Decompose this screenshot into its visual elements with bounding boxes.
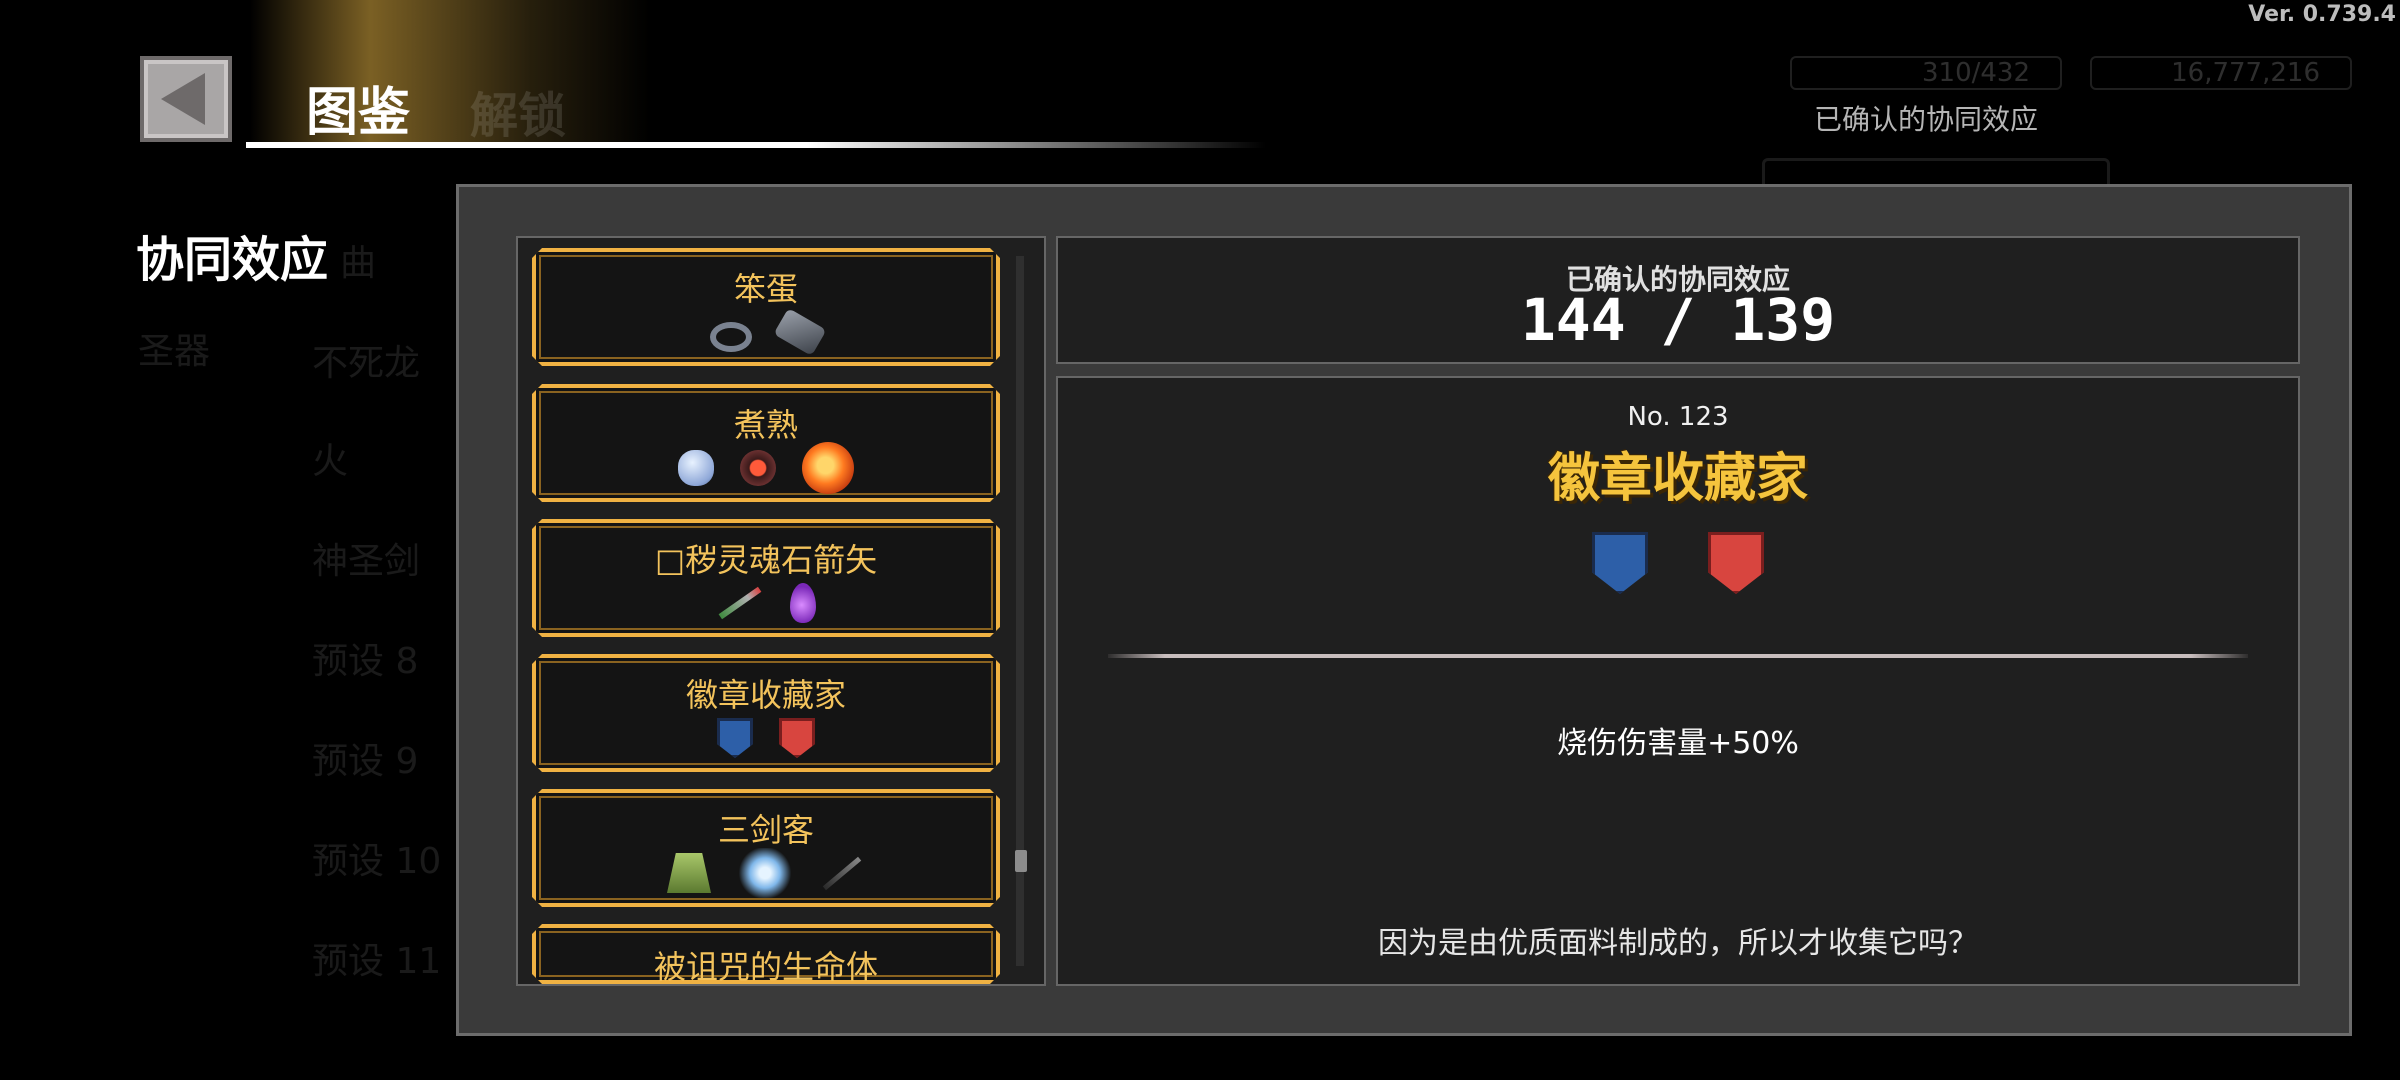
synergy-card-three-musketeers[interactable]: 三剑客 xyxy=(532,789,1000,907)
cloak-icon xyxy=(667,853,711,893)
synergy-card-soulstone-arrow[interactable]: □秽灵魂石箭矢 xyxy=(532,519,1000,637)
nav-item-synergy[interactable]: 协同效应 xyxy=(136,220,328,290)
synergy-card-fool[interactable]: 笨蛋 xyxy=(532,248,1000,366)
apple-icon xyxy=(678,450,714,486)
red-crest-icon xyxy=(1708,532,1764,594)
ghost-tab: 解锁 xyxy=(470,88,567,144)
blue-crest-icon xyxy=(1592,532,1648,594)
card-title: 煮熟 xyxy=(733,406,798,444)
back-button[interactable] xyxy=(140,56,232,142)
stat-box-1: 310/432 xyxy=(1790,56,2062,90)
synergy-effect: 烧伤伤害量+50% xyxy=(1557,726,1799,761)
ring-icon xyxy=(710,322,752,352)
nav-item-ghost-1: 曲 xyxy=(340,243,377,284)
background-confirmed-label: 已确认的协同效应 xyxy=(1814,103,2039,136)
card-title: 笨蛋 xyxy=(733,270,798,308)
nav-item-ghost-4: 神圣剑 xyxy=(312,541,421,582)
ice-blade-icon xyxy=(737,848,793,898)
synergy-card-cooked[interactable]: 煮熟 xyxy=(532,384,1000,502)
card-title: □秽灵魂石箭矢 xyxy=(654,541,878,579)
confirmed-count-panel: 已确认的协同效应 144 / 139 xyxy=(1056,236,2300,364)
synergy-card-cursed-being[interactable]: 被诅咒的生命体 xyxy=(532,924,1000,984)
card-title: 被诅咒的生命体 xyxy=(653,948,878,986)
page-title: 图鉴 xyxy=(306,83,411,143)
nav-item-ghost-2: 不死龙 xyxy=(312,343,421,384)
red-crest-icon xyxy=(779,718,815,758)
nav-item-ghost-3: 火 xyxy=(312,441,349,482)
soul-gem-icon xyxy=(790,583,816,623)
confirmed-count-value: 144 / 139 xyxy=(1520,286,1836,354)
nav-item-ghost-5: 预设 8 xyxy=(312,641,419,682)
nav-item-ghost-6: 预设 9 xyxy=(312,741,419,782)
nav-item-ghost-0: 圣器 xyxy=(138,331,211,372)
divider xyxy=(1108,654,2248,658)
synergy-number: No. 123 xyxy=(1627,402,1729,432)
fireball-icon xyxy=(802,442,854,494)
version-label: Ver. 0.739.4 xyxy=(2248,2,2396,27)
synergy-card-badge-collector[interactable]: 徽章收藏家 xyxy=(532,654,1000,772)
card-title: 三剑客 xyxy=(717,811,814,849)
arrow-icon xyxy=(719,587,762,619)
title-underline xyxy=(246,142,1266,148)
gauntlet-icon xyxy=(773,308,826,356)
nav-item-ghost-8: 预设 11 xyxy=(312,941,442,982)
potion-icon xyxy=(740,450,776,486)
synergy-detail-panel: No. 123 徽章收藏家 烧伤伤害量+50% 因为是由优质面料制成的，所以才收… xyxy=(1056,376,2300,986)
blue-crest-icon xyxy=(717,718,753,758)
synergy-name: 徽章收藏家 xyxy=(1547,449,1808,509)
back-arrow-icon xyxy=(161,73,205,125)
nav-item-ghost-7: 预设 10 xyxy=(312,841,442,882)
dagger-icon xyxy=(823,856,861,889)
scrollbar-thumb[interactable] xyxy=(1015,850,1027,872)
stat-box-2: 16,777,216 xyxy=(2090,56,2352,90)
synergy-flavor-text: 因为是由优质面料制成的，所以才收集它吗？ xyxy=(1378,926,1978,961)
card-title: 徽章收藏家 xyxy=(685,676,846,714)
